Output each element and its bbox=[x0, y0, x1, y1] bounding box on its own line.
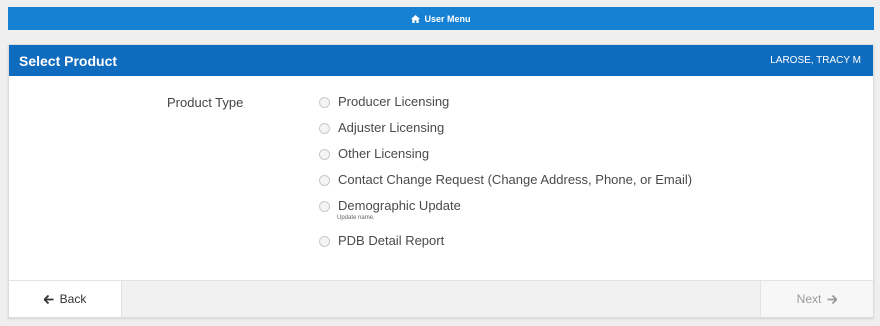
radio-button[interactable] bbox=[319, 149, 330, 160]
home-icon bbox=[411, 14, 421, 23]
radio-button[interactable] bbox=[319, 123, 330, 134]
option-hint: Update name. bbox=[337, 215, 375, 221]
arrow-left-icon bbox=[43, 294, 54, 304]
option-adjuster-licensing[interactable]: Adjuster Licensing bbox=[319, 118, 692, 138]
panel-header: Select Product LAROSE, TRACY M bbox=[9, 45, 873, 76]
option-label: Adjuster Licensing bbox=[338, 120, 445, 135]
option-pdb-detail-report[interactable]: PDB Detail Report bbox=[319, 231, 692, 251]
option-label: Other Licensing bbox=[338, 146, 430, 161]
arrow-right-icon bbox=[827, 294, 838, 304]
radio-button[interactable] bbox=[319, 175, 330, 186]
user-name: LAROSE, TRACY M bbox=[770, 55, 861, 66]
next-button[interactable]: Next bbox=[760, 281, 873, 317]
option-label: Producer Licensing bbox=[338, 94, 450, 109]
option-demographic-update[interactable]: Demographic Update Update name. bbox=[319, 196, 692, 221]
radio-button[interactable] bbox=[319, 236, 330, 247]
option-label: Demographic Update bbox=[338, 198, 461, 213]
option-contact-change-request[interactable]: Contact Change Request (Change Address, … bbox=[319, 170, 692, 190]
user-menu-label: User Menu bbox=[424, 13, 471, 24]
select-product-panel: Select Product LAROSE, TRACY M Product T… bbox=[8, 44, 874, 318]
panel-body: Product Type Producer Licensing Adjuster… bbox=[9, 76, 873, 279]
product-type-options: Producer Licensing Adjuster Licensing Ot… bbox=[319, 92, 692, 251]
panel-title: Select Product bbox=[19, 52, 118, 69]
radio-button[interactable] bbox=[319, 201, 330, 212]
option-label: PDB Detail Report bbox=[338, 233, 445, 248]
option-other-licensing[interactable]: Other Licensing bbox=[319, 144, 692, 164]
radio-button[interactable] bbox=[319, 97, 330, 108]
option-label: Contact Change Request (Change Address, … bbox=[338, 172, 693, 187]
next-label: Next bbox=[796, 292, 822, 306]
back-button[interactable]: Back bbox=[9, 281, 122, 317]
product-type-label: Product Type bbox=[167, 95, 244, 110]
panel-footer: Back Next bbox=[9, 280, 873, 317]
back-label: Back bbox=[59, 292, 87, 306]
option-producer-licensing[interactable]: Producer Licensing bbox=[319, 92, 692, 112]
user-menu-button[interactable]: User Menu bbox=[8, 7, 874, 30]
